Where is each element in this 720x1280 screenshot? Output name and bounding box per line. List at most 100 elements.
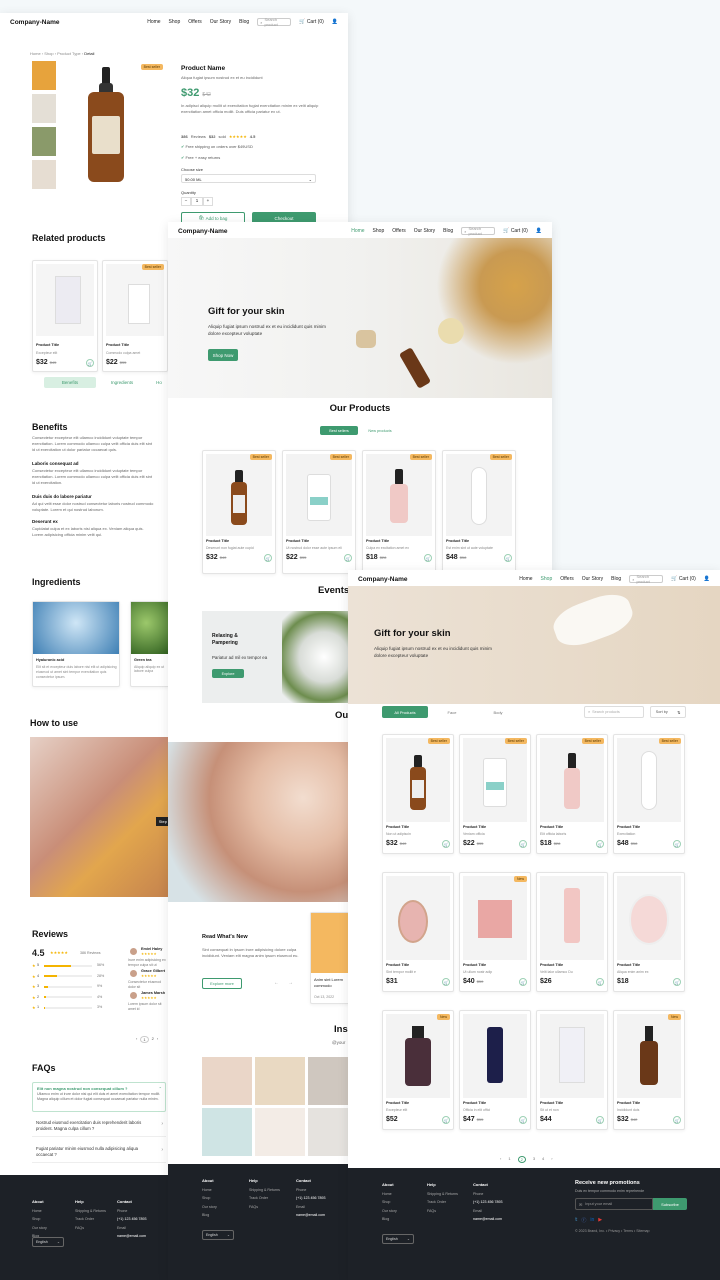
page-2[interactable]: 2 <box>152 1036 154 1043</box>
prev-page[interactable]: ‹ <box>500 1156 501 1163</box>
quantity-stepper[interactable]: − 1 + <box>181 197 219 206</box>
product-card[interactable]: Product Title Sint tempor mollit e $31 🛒 <box>382 872 454 992</box>
add-to-cart-icon[interactable]: 🛒 <box>504 554 512 562</box>
breadcrumb-home[interactable]: Home <box>30 51 41 56</box>
plus-button[interactable]: + <box>203 197 213 206</box>
faq-item[interactable]: Fugiat pariatur minim eiusmod nulla adip… <box>32 1143 166 1163</box>
product-card[interactable]: Best seller Product Title Exercitation $48 $… <box>613 734 685 854</box>
add-to-cart-icon[interactable]: 🛒 <box>519 840 527 848</box>
add-to-cart-icon[interactable]: 🛒 <box>673 840 681 848</box>
tab-benefits[interactable]: Benefits <box>44 377 96 388</box>
nav-home[interactable]: Home <box>519 576 532 582</box>
add-to-cart-icon[interactable]: 🛒 <box>673 978 681 986</box>
product-card[interactable]: Product Title Aliqua enim anim ex $18 🛒 <box>613 872 685 992</box>
facebook-icon[interactable]: ⓕ <box>581 1217 586 1224</box>
explore-more-button[interactable]: Explore more <box>202 978 242 989</box>
product-card[interactable]: Product Title Velit lalor ullamco Du $26 🛒 <box>536 872 608 992</box>
nav-offers[interactable]: Offers <box>392 228 406 234</box>
cart-link[interactable]: 🛒 Cart (0) <box>671 576 696 582</box>
add-to-cart-icon[interactable]: 🛒 <box>442 840 450 848</box>
user-icon[interactable]: 👤 <box>332 19 338 25</box>
tab-new-products[interactable]: New products <box>361 426 399 435</box>
shop-now-button[interactable]: Shop Now <box>208 349 238 361</box>
product-card[interactable]: Best seller Product Title Commodo culpa … <box>102 260 168 372</box>
thumbnail[interactable] <box>32 94 56 123</box>
cart-link[interactable]: 🛒 Cart (0) <box>503 228 528 234</box>
linkedin-icon[interactable]: in <box>590 1217 594 1224</box>
logo[interactable]: Company-Name <box>10 19 147 26</box>
add-to-cart-icon[interactable]: 🛒 <box>596 978 604 986</box>
add-to-cart-icon[interactable]: 🛒 <box>442 978 450 986</box>
search-input[interactable]: ⌕ Search product <box>461 226 496 236</box>
page-1[interactable]: 1 <box>508 1156 510 1163</box>
nav-home[interactable]: Home <box>351 228 364 234</box>
user-icon[interactable]: 👤 <box>704 576 710 582</box>
add-to-cart-icon[interactable]: 🛒 <box>424 554 432 562</box>
nav-blog[interactable]: Blog <box>443 228 453 234</box>
nav-our-story[interactable]: Our Story <box>582 576 603 582</box>
search-input[interactable]: ⌕ Search product <box>257 17 292 27</box>
product-card[interactable]: Best seller Product Title Ut nostrud dolor… <box>282 450 356 574</box>
search-input[interactable]: ⌕ Search product <box>629 574 664 584</box>
thumbnail[interactable] <box>32 61 56 90</box>
faq-item[interactable]: Nostrud eiusmod exercitation duis repreh… <box>32 1117 166 1137</box>
product-card[interactable]: New Product Title Incididunt duis $32 $42 🛒 <box>613 1010 685 1130</box>
nav-shop[interactable]: Shop <box>541 576 553 582</box>
logo[interactable]: Company-Name <box>358 576 519 583</box>
product-card[interactable]: Best seller Product Title Est enim sint ut… <box>442 450 516 574</box>
subscribe-button[interactable]: Subscribe <box>653 1198 687 1210</box>
faq-item-open[interactable]: Elit non magna nostrud non consequat cil… <box>32 1082 166 1112</box>
instagram-photo[interactable] <box>202 1057 252 1105</box>
language-select[interactable]: English ⌄ <box>382 1234 414 1244</box>
youtube-icon[interactable]: ▶ <box>598 1217 602 1224</box>
product-card[interactable]: Best seller Product Title Deserunt non fug… <box>202 450 276 574</box>
add-to-cart-icon[interactable]: 🛒 <box>344 554 352 562</box>
add-to-cart-icon[interactable]: 🛒 <box>519 978 527 986</box>
add-to-cart-icon[interactable]: 🛒 <box>673 1116 681 1124</box>
page-1[interactable]: 1 <box>140 1036 149 1043</box>
page-2[interactable]: 2 <box>517 1156 526 1163</box>
add-to-cart-icon[interactable]: 🛒 <box>596 1116 604 1124</box>
instagram-photo[interactable] <box>255 1057 305 1105</box>
language-select[interactable]: English ⌄ <box>32 1237 64 1247</box>
product-card[interactable]: New Product Title Excepteur elit $52 🛒 <box>382 1010 454 1130</box>
tab-best-sellers[interactable]: Best sellers <box>320 426 358 435</box>
add-to-cart-icon[interactable]: 🛒 <box>442 1116 450 1124</box>
arrow-right-icon[interactable]: → <box>288 980 293 986</box>
tab-how-to[interactable]: Ho <box>150 377 168 388</box>
cart-link[interactable]: 🛒 Cart (0) <box>299 19 324 25</box>
minus-button[interactable]: − <box>181 197 191 206</box>
explore-button[interactable]: Explore <box>212 669 244 678</box>
breadcrumb-type[interactable]: Product Type <box>57 51 81 56</box>
instagram-photo[interactable] <box>202 1108 252 1156</box>
nav-offers[interactable]: Offers <box>560 576 574 582</box>
page-4[interactable]: 4 <box>542 1156 544 1163</box>
product-card[interactable]: Best seller Product Title Elit officia lab… <box>536 734 608 854</box>
thumbnail[interactable] <box>32 127 56 156</box>
nav-blog[interactable]: Blog <box>611 576 621 582</box>
product-card[interactable]: Product Title Officia in elit offici $47 $5… <box>459 1010 531 1130</box>
newsletter-email-input[interactable]: ✉ Input your email <box>575 1198 653 1210</box>
add-to-cart-icon[interactable]: 🛒 <box>519 1116 527 1124</box>
add-to-cart-icon[interactable]: 🛒 <box>264 554 272 562</box>
filter-body[interactable]: Body <box>478 706 518 718</box>
tab-ingredients[interactable]: Ingredients <box>98 377 146 388</box>
twitter-icon[interactable]: 𝕥 <box>575 1217 577 1224</box>
logo[interactable]: Company-Name <box>178 228 351 235</box>
nav-our-story[interactable]: Our Story <box>414 228 435 234</box>
sort-dropdown[interactable]: Sort by ⇅ <box>650 706 686 718</box>
nav-our-story[interactable]: Our Story <box>210 19 231 25</box>
language-select[interactable]: English ⌄ <box>202 1230 234 1240</box>
arrow-left-icon[interactable]: ← <box>274 980 279 986</box>
product-card[interactable]: Best seller Product Title Non ut adipiscin… <box>382 734 454 854</box>
product-card[interactable]: Product Title Sit ut et non $44 🛒 <box>536 1010 608 1130</box>
nav-blog[interactable]: Blog <box>239 19 249 25</box>
shop-search-input[interactable]: ⌕ Search products <box>584 706 644 718</box>
nav-shop[interactable]: Shop <box>169 19 181 25</box>
page-3[interactable]: 3 <box>533 1156 535 1163</box>
prev-page[interactable]: ‹ <box>136 1036 137 1043</box>
add-to-cart-icon[interactable]: 🛒 <box>86 359 94 367</box>
breadcrumb-shop[interactable]: Shop <box>44 51 53 56</box>
instagram-photo[interactable] <box>255 1108 305 1156</box>
filter-face[interactable]: Face <box>432 706 472 718</box>
